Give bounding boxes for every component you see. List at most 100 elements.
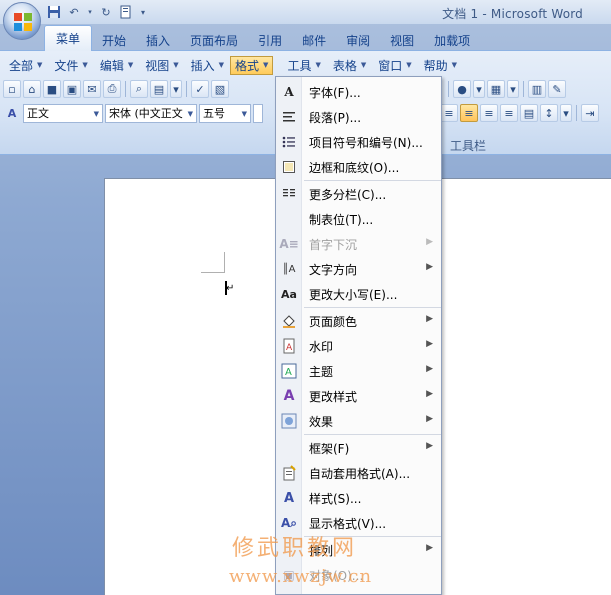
font-icon: A [284, 85, 294, 99]
submenu-arrow-icon: ▶ [426, 441, 433, 451]
indent-icon[interactable]: ⇥ [581, 104, 599, 122]
align-right-icon[interactable]: ≡ [480, 104, 498, 122]
toolbar-group-label: 工具栏 [450, 139, 487, 153]
tab-mailings[interactable]: 邮件 [292, 29, 336, 51]
menu-tools-label: 工具 [287, 58, 312, 73]
chevron-down-icon[interactable]: ▾ [170, 80, 182, 98]
extra-combo[interactable] [253, 103, 263, 123]
columns-icon[interactable]: ▥ [528, 80, 546, 98]
menu-item-autoformat[interactable]: 自动套用格式(A)... [276, 460, 441, 485]
menu-edit-label: 编辑 [99, 58, 124, 73]
tab-page-layout[interactable]: 页面布局 [180, 29, 248, 51]
submenu-arrow-icon: ▶ [426, 389, 433, 399]
permission-icon[interactable]: ▣ [63, 80, 81, 98]
menu-item-bullets[interactable]: 项目符号和编号(N)... [276, 129, 441, 154]
font-size-combo[interactable]: 五号 ▼ [199, 103, 251, 123]
justify-icon[interactable]: ≡ [500, 104, 518, 122]
menu-item-label: 自动套用格式(A)... [309, 467, 411, 481]
menu-window[interactable]: 窗口 ▼ [372, 56, 417, 75]
style-combo[interactable]: 正文 ▼ [23, 103, 103, 123]
menu-all[interactable]: 全部 ▼ [3, 56, 48, 75]
menu-item-paragraph[interactable]: 段落(P)... [276, 104, 441, 129]
tab-view[interactable]: 视图 [380, 29, 424, 51]
menu-item-label: 样式(S)... [309, 492, 362, 506]
research-icon[interactable]: ▤ [150, 80, 168, 98]
menu-item-watermark[interactable]: A 水印 ▶ [276, 333, 441, 358]
columns-icon [280, 185, 298, 203]
styles-icon[interactable]: A [3, 104, 21, 122]
office-logo-icon [14, 13, 32, 31]
tab-addins[interactable]: 加载项 [424, 29, 480, 51]
menu-item-frames[interactable]: 框架(F) ▶ [276, 435, 441, 460]
menu-item-page-color[interactable]: 页面颜色 ▶ [276, 308, 441, 333]
chevron-down-icon[interactable]: ▾ [507, 80, 519, 98]
menu-item-change-case[interactable]: Aa 更改大小写(E)... [276, 281, 441, 306]
new-document-icon[interactable]: ▫ [3, 80, 21, 98]
menu-item-text-direction[interactable]: ║A 文字方向 ▶ [276, 256, 441, 281]
toolbar-separator [576, 105, 577, 121]
menu-format[interactable]: 格式 ▼ [230, 55, 274, 75]
formatting-toolbar: A 正文 ▼ 宋体 (中文正文 ▼ 五号 ▼ [3, 102, 263, 124]
align-center-icon[interactable]: ≡ [460, 104, 478, 122]
tab-review[interactable]: 审阅 [336, 29, 380, 51]
menu-file-label: 文件 [54, 58, 79, 73]
font-size-value: 五号 [203, 107, 225, 120]
menu-item-tabs[interactable]: 制表位(T)... [276, 206, 441, 231]
chevron-down-icon[interactable]: ▾ [473, 80, 485, 98]
drawing-icon[interactable]: ✎ [548, 80, 566, 98]
tab-home[interactable]: 开始 [92, 29, 136, 51]
print-preview-icon[interactable]: ⌕ [130, 80, 148, 98]
line-spacing-icon[interactable]: ↕ [540, 104, 558, 122]
watermark-icon: A [280, 337, 298, 355]
menu-item-columns[interactable]: 更多分栏(C)... [276, 181, 441, 206]
menu-item-label: 更多分栏(C)... [309, 188, 387, 202]
paragraph-icon [280, 108, 298, 126]
hyperlink-icon[interactable]: ● [453, 80, 471, 98]
office-button[interactable] [3, 2, 41, 40]
page-color-icon [280, 312, 298, 330]
menu-insert-label: 插入 [190, 58, 215, 73]
title-bar: ↶ ▾ ↻ ▾ 文档 1 - Microsoft Word [0, 0, 611, 24]
tab-insert[interactable]: 插入 [136, 29, 180, 51]
clipboard-icon[interactable]: ▧ [211, 80, 229, 98]
chevron-down-icon: ▼ [218, 61, 225, 69]
menu-item-theme[interactable]: A 主题 ▶ [276, 358, 441, 383]
menu-file[interactable]: 文件 ▼ [48, 56, 93, 75]
table-icon[interactable]: ▦ [487, 80, 505, 98]
change-case-icon: Aa [281, 287, 297, 301]
menu-edit[interactable]: 编辑 ▼ [94, 56, 139, 75]
menu-view-label: 视图 [145, 58, 170, 73]
autoformat-icon [280, 464, 298, 482]
toolbar-separator [186, 81, 187, 97]
menu-item-label: 页面颜色 [309, 315, 358, 329]
tab-references[interactable]: 引用 [248, 29, 292, 51]
toolbar-separator [523, 81, 524, 97]
email-icon[interactable]: ✉ [83, 80, 101, 98]
window-title: 文档 1 - Microsoft Word [442, 7, 583, 21]
print-icon[interactable]: ⎙ [103, 80, 121, 98]
menu-item-font[interactable]: A 字体(F)... [276, 79, 441, 104]
menu-insert[interactable]: 插入 ▼ [185, 56, 230, 75]
save-icon[interactable]: ■ [43, 80, 61, 98]
chevron-down-icon: ▼ [187, 109, 193, 118]
menu-item-change-styles[interactable]: A 更改样式 ▶ [276, 383, 441, 408]
menu-tools[interactable]: 工具 ▼ [281, 56, 326, 75]
menu-view[interactable]: 视图 ▼ [139, 56, 184, 75]
open-folder-icon[interactable]: ⌂ [23, 80, 41, 98]
distributed-icon[interactable]: ▤ [520, 104, 538, 122]
align-left-icon[interactable]: ≡ [440, 104, 458, 122]
menu-item-drop-cap[interactable]: A≡ 首字下沉 ▶ [276, 231, 441, 256]
font-combo[interactable]: 宋体 (中文正文 ▼ [105, 103, 197, 123]
styles-icon: A [283, 490, 295, 506]
menu-item-label: 主题 [309, 365, 334, 379]
menu-help[interactable]: 帮助 ▼ [418, 56, 463, 75]
menu-table[interactable]: 表格 ▼ [327, 56, 372, 75]
chevron-down-icon: ▼ [451, 61, 458, 69]
chevron-down-icon[interactable]: ▾ [560, 104, 572, 122]
tab-menu[interactable]: 菜单 [44, 25, 93, 51]
menu-item-styles[interactable]: A 样式(S)... [276, 485, 441, 510]
spelling-icon[interactable]: ✓ [191, 80, 209, 98]
menu-window-label: 窗口 [378, 58, 403, 73]
menu-item-effects[interactable]: 效果 ▶ [276, 408, 441, 433]
menu-item-borders[interactable]: 边框和底纹(O)... [276, 154, 441, 179]
